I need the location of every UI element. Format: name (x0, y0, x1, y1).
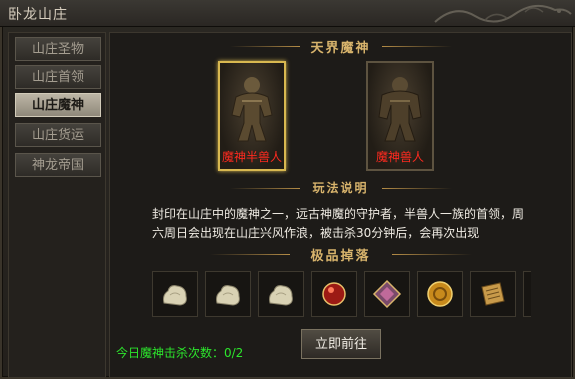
gold-coin-icon (427, 281, 453, 307)
window-title: 卧龙山庄 (8, 7, 68, 23)
go-now-button[interactable]: 立即前往 (301, 329, 381, 359)
title-bar: 卧龙山庄 (0, 0, 575, 27)
drop-slot[interactable] (470, 271, 516, 317)
drops-section-title: 极品掉落 (310, 249, 371, 264)
drop-slot[interactable] (205, 271, 251, 317)
drop-slot[interactable] (311, 271, 357, 317)
tab-leaders[interactable]: 山庄首领 (15, 65, 101, 89)
kill-count: 今日魔神击杀次数：0/2 (116, 346, 244, 360)
dragon-ornament-icon (434, 4, 572, 23)
tab-dragon-empire[interactable]: 神龙帝国 (15, 153, 101, 177)
tab-cargo[interactable]: 山庄货运 (15, 123, 101, 147)
boss-section-title: 天界魔神 (310, 41, 371, 56)
category-tabs: 山庄圣物 山庄首领 山庄魔神 山庄货运 神龙帝国 (8, 32, 106, 378)
drop-slot[interactable] (152, 271, 198, 317)
stone-icon (269, 285, 293, 306)
main-panel: 天界魔神 魔神半兽人 魔神兽人 玩法说明 封印在山庄中的魔神之一，远古神魔的守护… (109, 32, 572, 378)
drop-slot[interactable] (417, 271, 463, 317)
boss-card[interactable]: 魔神半兽人 (218, 61, 286, 171)
divider-ornament (382, 46, 452, 47)
divider-ornament (382, 188, 452, 189)
divider-ornament (392, 254, 472, 255)
rules-line: 六周日会出现在山庄兴风作浪，被击杀30分钟后，会再次出现 (152, 226, 480, 240)
scroll-icon (481, 282, 505, 306)
stone-icon (163, 285, 187, 306)
tab-demon-gods[interactable]: 山庄魔神 (15, 93, 101, 117)
stone-icon (216, 285, 240, 306)
boss-name: 魔神半兽人 (221, 150, 282, 164)
rules-section-title: 玩法说明 (312, 181, 369, 195)
gem-box-icon (372, 279, 402, 309)
rules-description: 封印在山庄中的魔神之一，远古神魔的守护者，半兽人一族的首领，周 六周日会出现在山… (152, 205, 552, 243)
red-orb-icon (322, 282, 346, 306)
drop-slot[interactable] (258, 271, 304, 317)
orc-boss-icon (231, 77, 273, 142)
drop-slot[interactable] (364, 271, 410, 317)
tab-relics[interactable]: 山庄圣物 (15, 37, 101, 61)
drop-slot-partial (523, 271, 531, 317)
boss-name: 魔神兽人 (375, 150, 424, 164)
orc-boss-icon (378, 77, 422, 142)
rules-line: 封印在山庄中的魔神之一，远古神魔的守护者，半兽人一族的首领，周 (152, 207, 525, 221)
boss-card[interactable]: 魔神兽人 (366, 61, 434, 171)
